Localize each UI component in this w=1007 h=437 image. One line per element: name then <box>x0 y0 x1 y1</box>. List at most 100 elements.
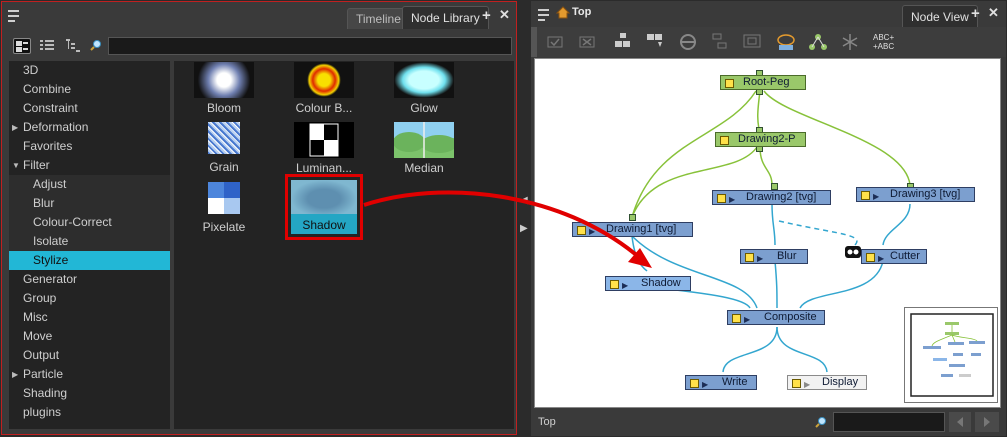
category-item-particle[interactable]: ▶ Particle <box>9 365 170 384</box>
category-item-stylize[interactable]: Stylize <box>9 251 170 270</box>
tab-node-library[interactable]: Node Library <box>402 6 489 29</box>
graph-node-write[interactable]: ▶ Write <box>685 375 757 390</box>
category-label: Combine <box>23 82 72 96</box>
tab-node-view[interactable]: Node View <box>902 5 978 28</box>
port[interactable] <box>771 183 778 190</box>
close-panel-icon[interactable]: ✕ <box>988 5 999 21</box>
close-panel-icon[interactable]: ✕ <box>499 7 510 23</box>
cloud-icon[interactable] <box>775 32 797 52</box>
list-view-icon[interactable] <box>39 38 57 54</box>
category-item-group[interactable]: Group <box>9 289 170 308</box>
node-graph-canvas[interactable]: Root-Peg Drawing2-P ▶ Drawing2 [tvg] ▶ D… <box>534 58 1001 408</box>
category-item-filter[interactable]: ▼ Filter <box>9 156 170 175</box>
category-item-move[interactable]: Move <box>9 327 170 346</box>
move-up-icon[interactable] <box>611 32 633 52</box>
category-label: Move <box>23 329 53 343</box>
graph-node-drawing2[interactable]: ▶ Drawing2 [tvg] <box>712 190 831 205</box>
add-tab-icon[interactable]: + <box>971 5 980 22</box>
collapse-left-icon[interactable]: ◀ <box>520 195 528 206</box>
shadow-thumbnail <box>291 180 357 214</box>
play-icon: ▶ <box>878 254 885 263</box>
node-item-pixelate[interactable]: Pixelate <box>184 182 264 234</box>
category-item-misc[interactable]: Misc <box>9 308 170 327</box>
collapse-right-icon[interactable]: ▶ <box>520 223 528 234</box>
category-item-3d[interactable]: 3D <box>9 61 170 80</box>
node-item-label: Shadow <box>302 218 346 232</box>
graph-node-blur[interactable]: ▶ Blur <box>740 249 808 264</box>
tree-view-icon[interactable] <box>65 38 83 54</box>
circle-icon[interactable] <box>677 32 699 52</box>
category-item-combine[interactable]: Combine <box>9 80 170 99</box>
category-item-generator[interactable]: Generator <box>9 270 170 289</box>
node-label: Drawing2 [tvg] <box>746 191 817 203</box>
node-search-input[interactable] <box>833 412 945 432</box>
navigator-minimap[interactable] <box>904 307 998 403</box>
collapse-arrow-icon[interactable]: ▼ <box>12 156 20 175</box>
branch-icon[interactable] <box>839 32 861 52</box>
panel-menu-icon[interactable] <box>8 10 22 22</box>
node-item-colour-blend[interactable]: Colour B... <box>284 62 364 115</box>
enable-node-icon[interactable] <box>545 32 567 52</box>
graph-node-drawing2-p[interactable]: Drawing2-P <box>715 132 806 147</box>
rename-text-icon[interactable]: ABC+ +ABC <box>873 33 894 51</box>
graph-node-drawing3[interactable]: ▶ Drawing3 [tvg] <box>856 187 975 202</box>
graph-node-cutter[interactable]: ▶ Cutter <box>861 249 927 264</box>
node-item-grain[interactable]: Grain <box>184 122 264 174</box>
node-grid: Bloom Colour B... Glow Grain Luminan... … <box>174 61 514 429</box>
group-icon[interactable] <box>709 32 731 52</box>
graph-node-shadow[interactable]: ▶ Shadow <box>605 276 691 291</box>
graph-node-display[interactable]: ▶ Display <box>787 375 867 390</box>
node-square-icon <box>725 79 734 88</box>
left-tab-bar: Timeline Node Library + ✕ <box>2 2 516 30</box>
category-label: Shading <box>23 386 68 400</box>
graph-node-root-peg[interactable]: Root-Peg <box>720 75 806 90</box>
category-item-deformation[interactable]: ▶ Deformation <box>9 118 170 137</box>
category-label: Blur <box>33 196 55 210</box>
panel-menu-icon[interactable] <box>538 9 552 21</box>
node-item-luminance-threshold[interactable]: Luminan... <box>284 122 364 175</box>
move-down-icon[interactable] <box>643 32 665 52</box>
next-result-button[interactable] <box>975 412 999 432</box>
status-level-label: Top <box>538 416 556 428</box>
category-item-favorites[interactable]: Favorites <box>9 137 170 156</box>
category-item-shading[interactable]: Shading <box>9 384 170 403</box>
node-item-shadow[interactable]: Shadow <box>291 180 357 234</box>
expand-arrow-icon[interactable]: ▶ <box>12 365 18 384</box>
node-item-median[interactable]: Median <box>384 122 464 175</box>
graph-node-composite[interactable]: ▶ Composite <box>727 310 825 325</box>
network-icon[interactable] <box>807 32 829 52</box>
node-label: Drawing3 [tvg] <box>890 188 961 200</box>
ungroup-icon[interactable] <box>741 32 763 52</box>
disable-node-icon[interactable] <box>577 32 599 52</box>
category-item-colour-correct[interactable]: Colour-Correct <box>9 213 170 232</box>
category-item-plugins[interactable]: plugins <box>9 403 170 422</box>
category-label: 3D <box>23 63 39 77</box>
category-label: plugins <box>23 405 62 419</box>
port[interactable] <box>629 214 636 221</box>
category-item-blur[interactable]: Blur <box>9 194 170 213</box>
category-item-isolate[interactable]: Isolate <box>9 232 170 251</box>
category-label: Generator <box>23 272 78 286</box>
large-icon-view-icon[interactable] <box>13 38 31 54</box>
library-search-input[interactable] <box>108 37 512 55</box>
toolbar-grip <box>531 27 537 57</box>
node-item-bloom[interactable]: Bloom <box>184 62 264 115</box>
node-square-icon <box>861 191 870 200</box>
glow-thumbnail <box>394 62 454 98</box>
node-label: Drawing2-P <box>738 133 796 145</box>
breadcrumb-top[interactable]: Top <box>572 6 591 18</box>
category-item-adjust[interactable]: Adjust <box>9 175 170 194</box>
graph-node-drawing1[interactable]: ▶ Drawing1 [tvg] <box>572 222 693 237</box>
expand-arrow-icon[interactable]: ▶ <box>12 118 18 137</box>
home-icon <box>555 6 571 22</box>
tab-timeline[interactable]: Timeline <box>347 8 410 29</box>
category-label: Adjust <box>33 177 67 191</box>
add-tab-icon[interactable]: + <box>482 7 491 24</box>
previous-result-button[interactable] <box>949 412 971 432</box>
category-item-constraint[interactable]: Constraint <box>9 99 170 118</box>
panel-splitter[interactable]: ◀ ▶ <box>518 0 532 437</box>
category-item-output[interactable]: Output <box>9 346 170 365</box>
colour-blend-thumbnail <box>294 62 354 98</box>
node-item-glow[interactable]: Glow <box>384 62 464 115</box>
play-icon: ▶ <box>729 195 736 204</box>
